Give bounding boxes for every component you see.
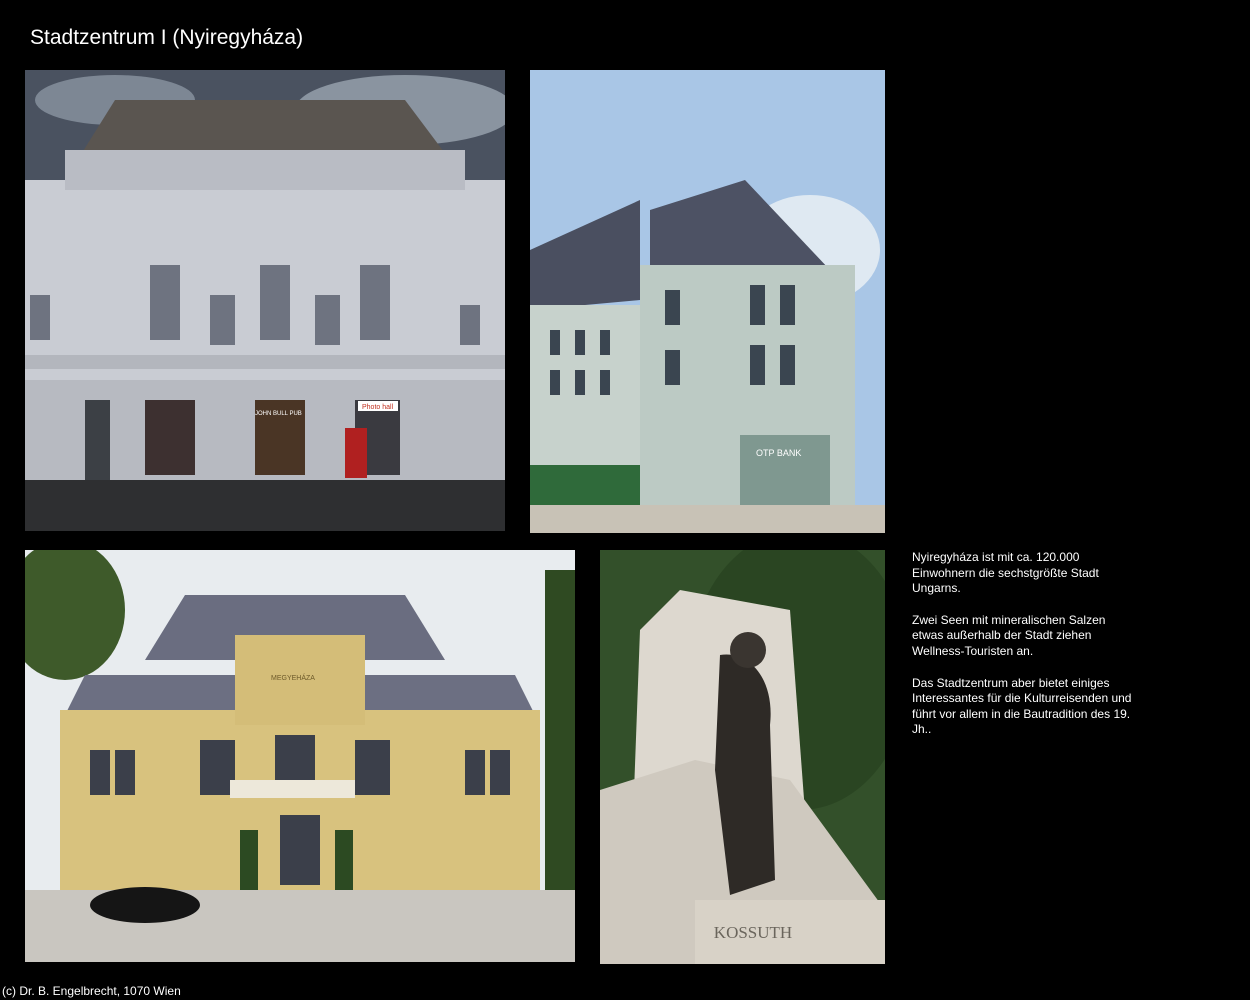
photo-otp-bank-building: OTP BANK xyxy=(530,70,885,533)
photo-ornate-facade: JOHN BULL PUB Photo hall xyxy=(25,70,505,531)
photo-kossuth-statue: KOSSUTH xyxy=(600,550,885,964)
description-paragraph: Das Stadtzentrum aber bietet einiges Int… xyxy=(912,675,1132,737)
description-text: Nyiregyháza ist mit ca. 120.000 Einwohne… xyxy=(912,550,1132,754)
sign-otp-bank: OTP BANK xyxy=(756,448,801,458)
inscription-kossuth: KOSSUTH xyxy=(714,923,792,942)
copyright-footer: (c) Dr. B. Engelbrecht, 1070 Wien xyxy=(2,984,181,998)
description-paragraph: Zwei Seen mit mineralischen Salzen etwas… xyxy=(912,612,1106,658)
sign-megyehaza: MEGYEHÁZA xyxy=(271,673,315,682)
page-title: Stadtzentrum I (Nyiregyháza) xyxy=(30,26,304,49)
description-paragraph: Nyiregyháza ist mit ca. 120.000 Einwohne… xyxy=(912,550,1099,596)
sign-john-bull-pub: JOHN BULL PUB xyxy=(255,411,302,417)
photo-county-hall: MEGYEHÁZA xyxy=(25,550,575,962)
sign-photo-hall: Photo hall xyxy=(362,404,394,411)
